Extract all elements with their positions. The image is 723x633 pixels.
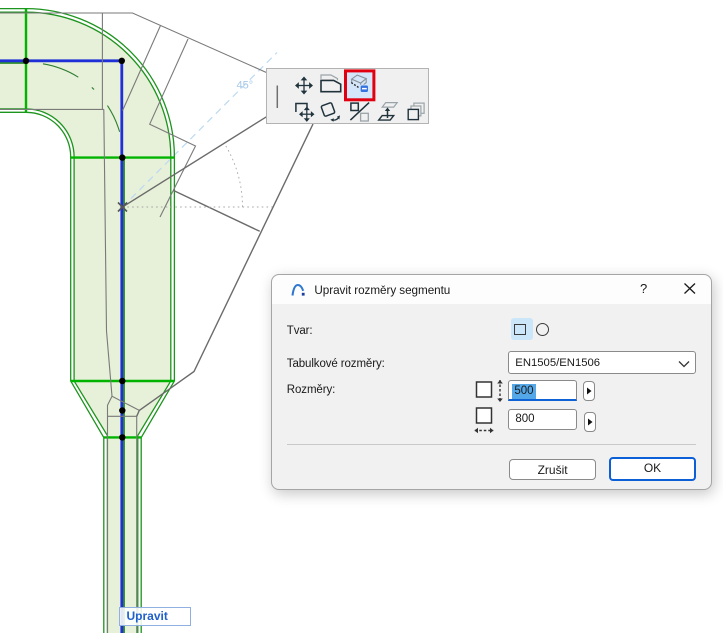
svg-text:45°: 45° — [237, 80, 254, 92]
